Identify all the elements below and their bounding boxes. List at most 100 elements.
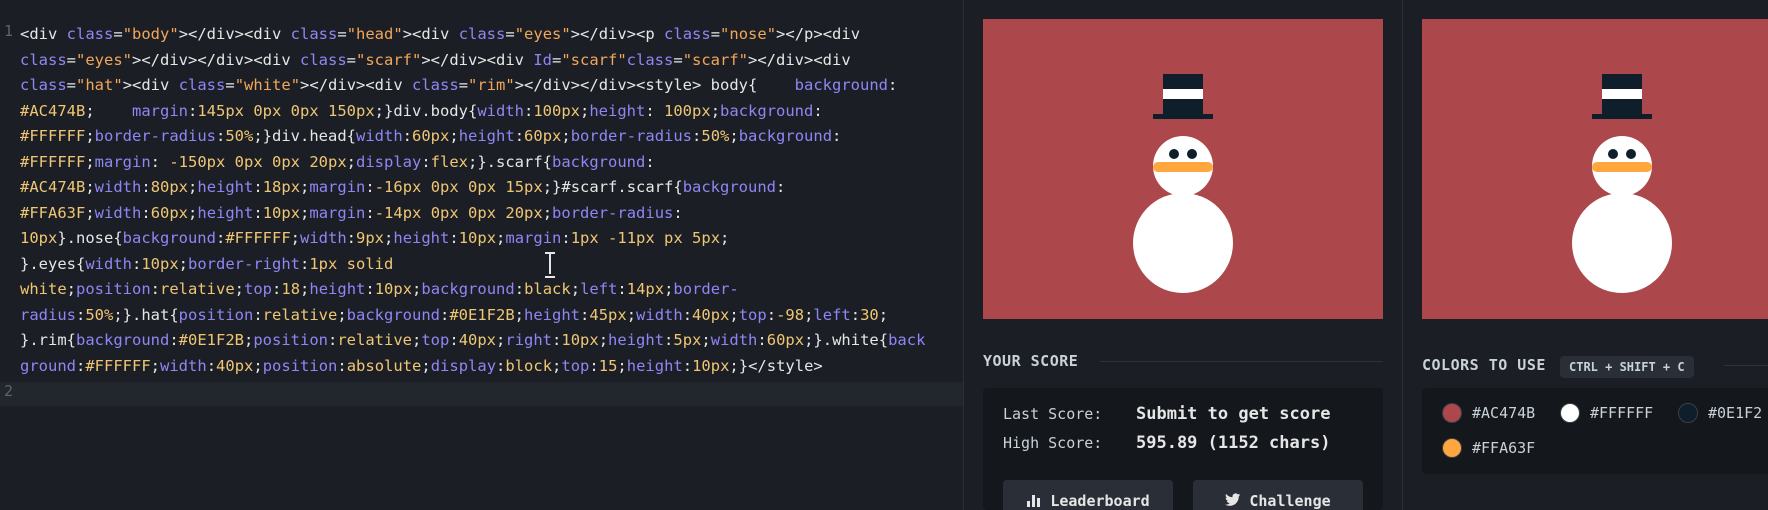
code-token: class bbox=[290, 25, 338, 43]
code-token: position bbox=[253, 331, 328, 349]
code-token: ; bbox=[710, 101, 721, 120]
code-token: background bbox=[76, 331, 170, 349]
code-token: width bbox=[94, 203, 142, 222]
code-token: ; bbox=[85, 127, 95, 145]
code-token: ; bbox=[300, 280, 310, 298]
code-token: : bbox=[552, 331, 562, 349]
last-score-label: Last Score: bbox=[1003, 405, 1103, 423]
last-score-value: Submit to get score bbox=[1136, 404, 1331, 424]
code-token: class bbox=[20, 50, 67, 69]
code-token: "scarf" bbox=[356, 50, 422, 69]
code-token: display bbox=[430, 356, 497, 375]
bar-chart-icon bbox=[1027, 495, 1041, 507]
color-swatch[interactable]: #AC474B bbox=[1442, 403, 1535, 423]
code-line[interactable]: class="eyes"></div></div><div class="sca… bbox=[20, 48, 851, 73]
code-token: background bbox=[794, 76, 888, 94]
code-token: : bbox=[850, 305, 861, 324]
code-token: : bbox=[645, 152, 655, 171]
code-line[interactable]: <div class="body"></div><div class="head… bbox=[20, 22, 860, 47]
code-line[interactable]: white;position:relative;top:18;height:10… bbox=[20, 277, 739, 302]
code-line[interactable]: radius:50%;}.hat{position:relative;backg… bbox=[20, 303, 888, 328]
code-token: : bbox=[206, 356, 217, 375]
twitter-icon bbox=[1225, 493, 1241, 506]
code-token: width bbox=[300, 229, 347, 247]
code-token: margin bbox=[309, 178, 366, 196]
code-token: ; bbox=[552, 356, 562, 375]
code-token: : bbox=[673, 203, 683, 222]
color-dot bbox=[1442, 438, 1462, 458]
code-token: white bbox=[20, 280, 67, 298]
code-line[interactable]: #FFFFFF;border-radius:50%;}div.head{widt… bbox=[20, 124, 841, 149]
code-token: back bbox=[888, 331, 926, 349]
section-rule bbox=[1724, 365, 1768, 366]
code-token: -98 bbox=[776, 305, 805, 324]
code-line[interactable]: #AC474B; margin:145px 0px 0px 150px;}div… bbox=[20, 99, 823, 124]
code-token: : bbox=[776, 178, 786, 196]
code-line[interactable]: #FFFFFF;margin: -150px 0px 0px 20px;disp… bbox=[20, 150, 655, 175]
code-token: -150px 0px 0px 20px bbox=[169, 152, 347, 171]
code-token: = bbox=[66, 76, 77, 94]
code-token: "white" bbox=[234, 76, 301, 94]
code-line[interactable]: #FFA63F;width:60px;height:10px;margin:-1… bbox=[20, 201, 683, 226]
code-token: ; bbox=[150, 356, 161, 375]
color-swatch[interactable]: #0E1F2 bbox=[1678, 403, 1762, 423]
code-token: width bbox=[356, 127, 403, 145]
output-preview[interactable] bbox=[983, 19, 1383, 319]
code-token: margin bbox=[94, 152, 151, 171]
code-token: : bbox=[365, 178, 375, 196]
code-token: : bbox=[216, 127, 226, 145]
code-token: position bbox=[262, 356, 338, 375]
code-token: height bbox=[393, 229, 450, 247]
code-token: ground bbox=[20, 356, 76, 375]
code-token: 10px bbox=[262, 203, 301, 222]
code-token: "scarf" bbox=[561, 50, 627, 69]
code-token: #AC474B bbox=[20, 101, 86, 120]
code-token: height bbox=[197, 178, 254, 196]
code-editor[interactable]: 1 2 <div class="body"></div><div class="… bbox=[0, 0, 963, 510]
code-token: top bbox=[244, 280, 273, 298]
code-token: = bbox=[225, 76, 235, 94]
code-token: class bbox=[458, 25, 506, 43]
code-token: 5px bbox=[673, 331, 702, 349]
code-line[interactable]: ground:#FFFFFF;width:40px;position:absol… bbox=[20, 354, 823, 379]
code-token: #0E1F2B bbox=[449, 305, 515, 324]
code-line[interactable]: class="hat"><div class="white"></div><di… bbox=[20, 73, 897, 98]
code-token: ; bbox=[729, 305, 739, 324]
code-token: 50% bbox=[701, 127, 730, 145]
line-number: 1 bbox=[4, 22, 14, 40]
color-swatch[interactable]: #FFFFFF bbox=[1560, 403, 1653, 423]
code-token: ; bbox=[542, 203, 553, 222]
code-token: background bbox=[122, 229, 216, 247]
color-swatch[interactable]: #FFA63F bbox=[1442, 438, 1535, 458]
snowman-hat-rim bbox=[1592, 114, 1652, 119]
code-token: ;}div.head{ bbox=[253, 127, 356, 145]
pane-divider[interactable] bbox=[1402, 0, 1403, 510]
challenge-button[interactable]: Challenge bbox=[1193, 480, 1363, 510]
code-token: ; bbox=[720, 229, 730, 247]
code-token: 9px bbox=[356, 229, 385, 247]
code-token: ></div><div bbox=[178, 25, 291, 43]
code-token: <div bbox=[20, 25, 67, 43]
code-line[interactable]: }.rim{background:#0E1F2B;position:relati… bbox=[20, 328, 925, 353]
code-token: relative bbox=[160, 280, 235, 298]
code-line[interactable]: #AC474B;width:80px;height:18px;margin:-1… bbox=[20, 175, 785, 200]
code-token: ; bbox=[346, 152, 356, 171]
leaderboard-button[interactable]: Leaderboard bbox=[1003, 480, 1173, 510]
code-token: top bbox=[421, 331, 450, 349]
code-token: = bbox=[66, 50, 77, 69]
code-token: : bbox=[766, 305, 777, 324]
code-line[interactable]: 10px}.nose{background:#FFFFFF;width:9px;… bbox=[20, 226, 729, 251]
snowman-eye bbox=[1626, 149, 1636, 159]
code-line[interactable]: }.eyes{width:10px;border-right:1px solid bbox=[20, 252, 393, 277]
code-token: 80px bbox=[150, 178, 189, 196]
code-token: margin bbox=[309, 203, 366, 222]
code-token: : bbox=[337, 356, 347, 375]
code-token: 10px bbox=[561, 331, 599, 349]
code-token: height bbox=[458, 127, 515, 145]
code-token: : bbox=[692, 127, 702, 145]
code-token: width bbox=[85, 254, 132, 273]
pane-divider[interactable] bbox=[963, 0, 964, 510]
color-dot bbox=[1678, 403, 1698, 423]
code-token: = bbox=[552, 50, 562, 69]
code-token: background bbox=[421, 280, 515, 298]
